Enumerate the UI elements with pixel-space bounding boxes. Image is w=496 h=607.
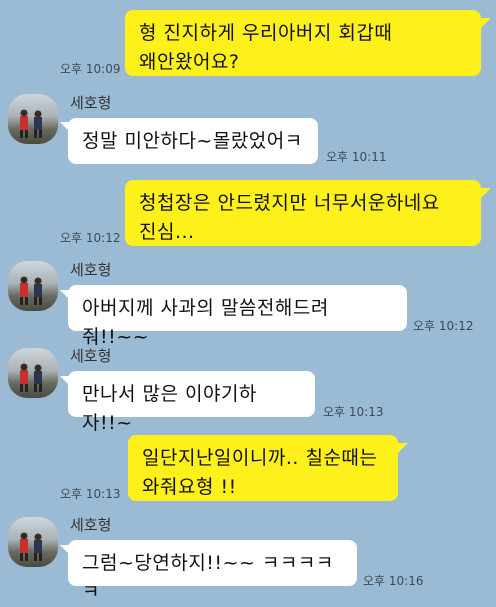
message-bubble-outgoing[interactable]: 청첩장은 안드렸지만 너무서운하네요 진심... [125, 180, 481, 246]
message-time: 오후 10:11 [326, 150, 387, 164]
avatar[interactable] [8, 517, 58, 567]
message-time: 오후 10:13 [60, 487, 121, 501]
sender-name: 세호형 [70, 261, 112, 279]
message-time: 오후 10:12 [60, 231, 121, 245]
message-bubble-incoming[interactable]: 정말 미안하다~몰랐었어ㅋ [68, 118, 318, 164]
message-time: 오후 10:09 [60, 62, 121, 76]
message-time: 오후 10:12 [413, 319, 474, 333]
message-bubble-outgoing[interactable]: 형 진지하게 우리아버지 회갑때 왜안왔어요? [125, 10, 481, 76]
bubble-tail [481, 18, 491, 28]
avatar[interactable] [8, 94, 58, 144]
avatar-photo [20, 532, 42, 561]
sender-name: 세호형 [70, 347, 112, 365]
avatar[interactable] [8, 261, 58, 311]
avatar-photo [20, 276, 42, 305]
bubble-tail [481, 188, 491, 198]
message-time: 오후 10:16 [363, 574, 424, 588]
avatar[interactable] [8, 348, 58, 398]
sender-name: 세호형 [70, 516, 112, 534]
message-time: 오후 10:13 [323, 405, 384, 419]
message-bubble-outgoing[interactable]: 일단지난일이니까.. 칠순때는 와줘요형 !! [128, 435, 398, 501]
message-bubble-incoming[interactable]: 만나서 많은 이야기하자!!~ [68, 371, 315, 434]
message-bubble-incoming[interactable]: 그럼~당연하지!!~~ ㅋㅋㅋㅋㅋ [68, 540, 357, 603]
message-bubble-incoming[interactable]: 아버지께 사과의 말씀전해드려줘!!~~ [68, 285, 407, 348]
bubble-tail [398, 443, 408, 453]
avatar-photo [20, 109, 42, 138]
sender-name: 세호형 [70, 94, 112, 112]
avatar-photo [20, 363, 42, 392]
